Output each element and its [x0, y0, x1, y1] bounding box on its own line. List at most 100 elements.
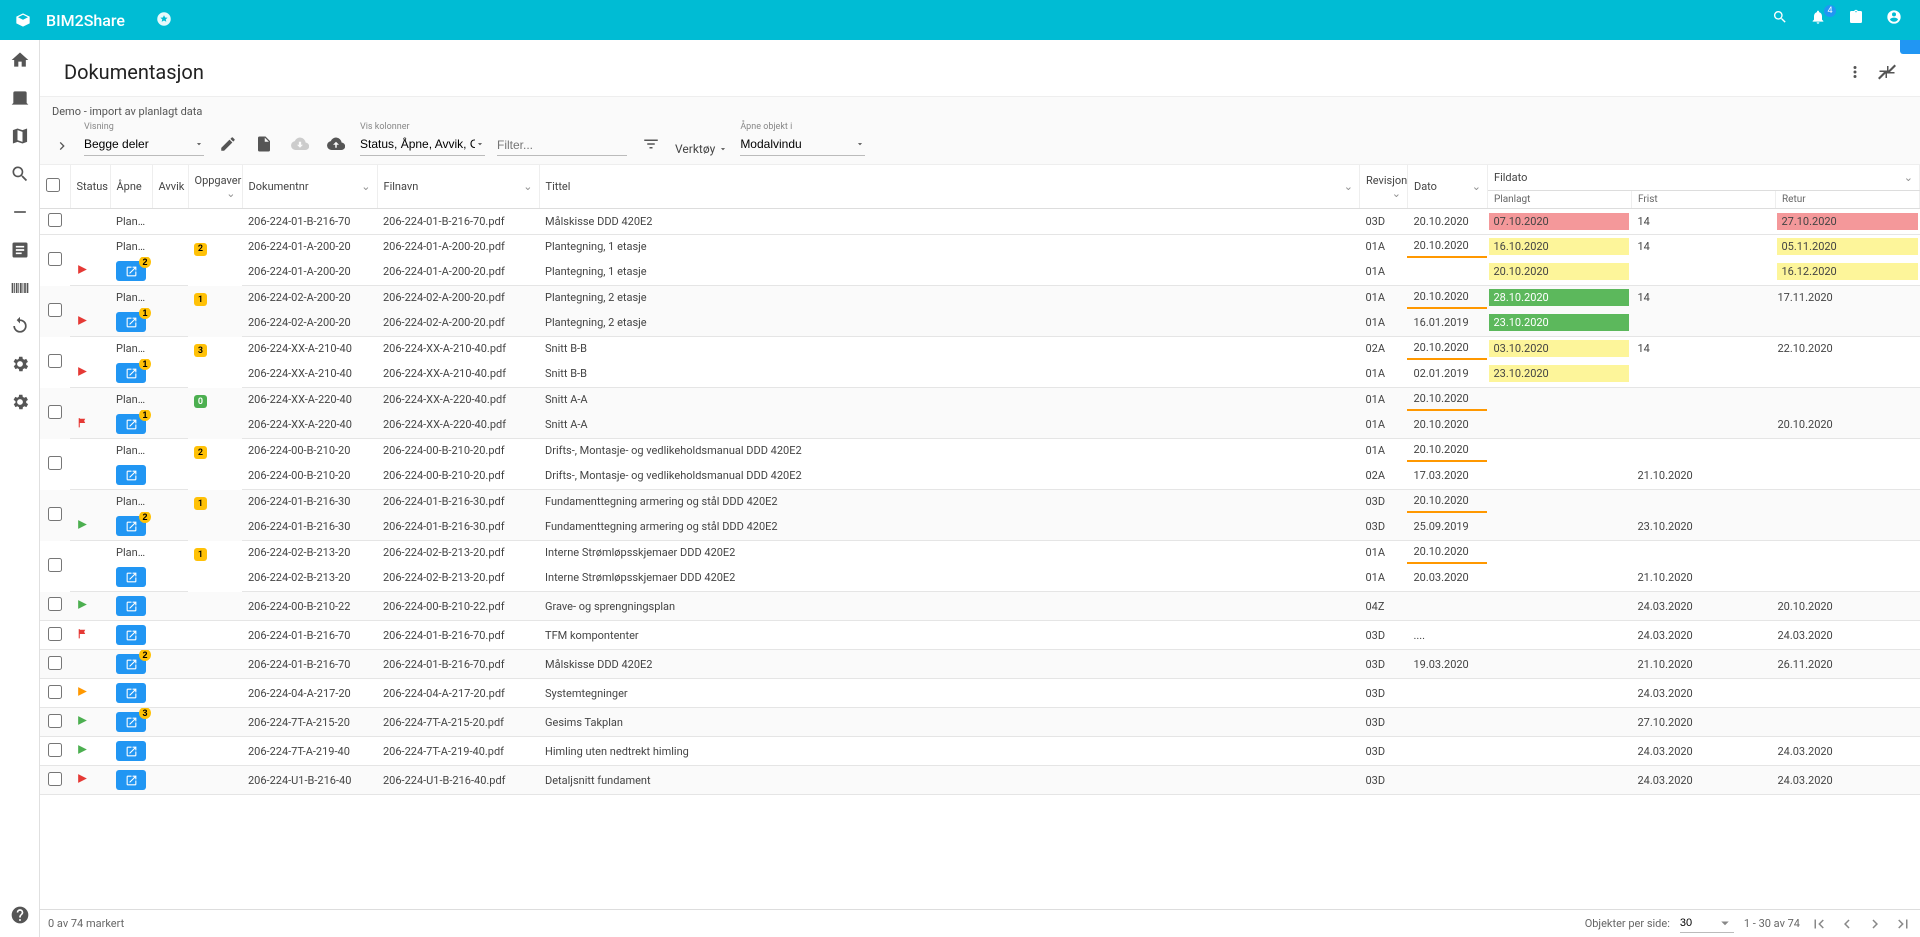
row-checkbox[interactable] — [48, 656, 62, 670]
table-row[interactable]: 206-224-00-B-210-20206-224-00-B-210-20.p… — [40, 461, 1920, 490]
row-checkbox[interactable] — [48, 507, 62, 521]
th-fildato[interactable]: Fildato⌄ — [1487, 165, 1919, 191]
nav-home-icon[interactable] — [10, 50, 30, 70]
open-button[interactable] — [116, 625, 146, 645]
nav-gear1-icon[interactable] — [10, 354, 30, 374]
th-avvik[interactable]: Avvik — [152, 165, 188, 209]
row-checkbox[interactable] — [48, 213, 62, 227]
row-checkbox[interactable] — [48, 627, 62, 641]
table-row[interactable]: Planlagt1206-224-02-B-213-20206-224-02-B… — [40, 541, 1920, 564]
th-dato[interactable]: Dato⌄ — [1407, 165, 1487, 209]
row-checkbox[interactable] — [48, 456, 62, 470]
table-row[interactable]: 1206-224-XX-A-210-40206-224-XX-A-210-40.… — [40, 359, 1920, 388]
row-checkbox[interactable] — [48, 743, 62, 757]
last-page-icon[interactable] — [1894, 915, 1912, 933]
table-row[interactable]: Planlagt1206-224-02-A-200-20206-224-02-A… — [40, 286, 1920, 309]
th-oppgaver[interactable]: Oppgaver⌄ — [188, 165, 242, 209]
table-row[interactable]: Planlagt2206-224-00-B-210-20206-224-00-B… — [40, 439, 1920, 462]
table-row[interactable]: Planlagt1206-224-01-B-216-30206-224-01-B… — [40, 490, 1920, 513]
next-page-icon[interactable] — [1866, 915, 1884, 933]
table-row[interactable]: 206-224-04-A-217-20206-224-04-A-217-20.p… — [40, 679, 1920, 708]
table-row[interactable]: Planlagt3206-224-XX-A-210-40206-224-XX-A… — [40, 337, 1920, 360]
open-button[interactable] — [116, 770, 146, 790]
clipboard-icon[interactable] — [1848, 9, 1870, 31]
table-row[interactable]: 2206-224-01-A-200-20206-224-01-A-200-20.… — [40, 257, 1920, 286]
table-row[interactable]: 206-224-01-B-216-70206-224-01-B-216-70.p… — [40, 621, 1920, 650]
th-filnavn[interactable]: Filnavn⌄ — [377, 165, 539, 209]
account-icon[interactable] — [1886, 9, 1908, 31]
status-cell — [70, 209, 110, 235]
nav-laptop-icon[interactable] — [10, 88, 30, 108]
prev-page-icon[interactable] — [1838, 915, 1856, 933]
table-row[interactable]: 1206-224-XX-A-220-40206-224-XX-A-220-40.… — [40, 410, 1920, 439]
more-vert-icon[interactable] — [1846, 63, 1864, 81]
table-row[interactable]: Planlagt206-224-01-B-216-70206-224-01-B-… — [40, 209, 1920, 235]
row-checkbox[interactable] — [48, 405, 62, 419]
viskol-select[interactable] — [360, 133, 475, 155]
th-frist[interactable]: Frist — [1631, 191, 1775, 209]
open-button[interactable] — [116, 465, 146, 485]
nav-article-icon[interactable] — [10, 240, 30, 260]
row-checkbox[interactable] — [48, 303, 62, 317]
edit-icon[interactable] — [216, 132, 240, 156]
row-checkbox[interactable] — [48, 252, 62, 266]
visning-select[interactable] — [84, 133, 194, 155]
open-button[interactable]: 1 — [116, 312, 146, 332]
row-checkbox[interactable] — [48, 558, 62, 572]
table-row[interactable]: 1206-224-02-A-200-20206-224-02-A-200-20.… — [40, 308, 1920, 337]
open-button[interactable]: 1 — [116, 363, 146, 383]
open-button[interactable] — [116, 741, 146, 761]
row-checkbox[interactable] — [48, 772, 62, 786]
table-row[interactable]: 206-224-7T-A-219-40206-224-7T-A-219-40.p… — [40, 737, 1920, 766]
first-page-icon[interactable] — [1810, 915, 1828, 933]
corner-badge-icon[interactable] — [1900, 40, 1920, 54]
filter-list-icon[interactable] — [639, 132, 663, 156]
open-button[interactable] — [116, 567, 146, 587]
th-revisjon[interactable]: Revisjon⌄ — [1359, 165, 1407, 209]
th-docnr[interactable]: Dokumentnr⌄ — [242, 165, 377, 209]
table-row[interactable]: 2206-224-01-B-216-70206-224-01-B-216-70.… — [40, 650, 1920, 679]
table-row[interactable]: Planlagt2206-224-01-A-200-20206-224-01-A… — [40, 235, 1920, 258]
open-button[interactable] — [116, 683, 146, 703]
table-row[interactable]: Planlagt0206-224-XX-A-220-40206-224-XX-A… — [40, 388, 1920, 411]
nav-search-icon[interactable] — [10, 164, 30, 184]
th-retur[interactable]: Retur — [1775, 191, 1919, 209]
nav-minus-icon[interactable] — [10, 202, 30, 222]
open-button[interactable]: 1 — [116, 414, 146, 434]
nav-map-icon[interactable] — [10, 126, 30, 146]
collapse-icon[interactable] — [1878, 63, 1896, 81]
expand-toolbar-icon[interactable] — [52, 136, 72, 156]
cloud-upload-icon[interactable] — [324, 132, 348, 156]
apne-select[interactable] — [740, 133, 855, 155]
row-checkbox[interactable] — [48, 714, 62, 728]
row-checkbox[interactable] — [48, 685, 62, 699]
th-apne[interactable]: Åpne — [110, 165, 152, 209]
notification-bell-icon[interactable]: 4 — [1810, 9, 1832, 31]
open-button[interactable] — [116, 596, 146, 616]
row-checkbox[interactable] — [48, 354, 62, 368]
nav-gear2-icon[interactable] — [10, 392, 30, 412]
row-checkbox[interactable] — [48, 597, 62, 611]
open-button[interactable]: 2 — [116, 516, 146, 536]
verktoy-dropdown[interactable]: Verktøy — [675, 142, 728, 156]
star-icon[interactable] — [155, 10, 173, 31]
open-button[interactable]: 2 — [116, 261, 146, 281]
table-row[interactable]: 2206-224-01-B-216-30206-224-01-B-216-30.… — [40, 512, 1920, 541]
table-row[interactable]: 206-224-00-B-210-22206-224-00-B-210-22.p… — [40, 592, 1920, 621]
perpage-select[interactable] — [1680, 917, 1716, 929]
th-planlagt[interactable]: Planlagt — [1487, 191, 1631, 209]
table-row[interactable]: 206-224-U1-B-216-40206-224-U1-B-216-40.p… — [40, 766, 1920, 795]
open-button[interactable]: 3 — [116, 712, 146, 732]
select-all-checkbox[interactable] — [46, 178, 60, 192]
table-row[interactable]: 3206-224-7T-A-215-20206-224-7T-A-215-20.… — [40, 708, 1920, 737]
table-row[interactable]: 206-224-02-B-213-20206-224-02-B-213-20.p… — [40, 563, 1920, 592]
nav-sync-icon[interactable] — [10, 316, 30, 336]
nav-barcode-icon[interactable] — [10, 278, 30, 298]
th-status[interactable]: Status — [70, 165, 110, 209]
nav-help-icon[interactable] — [10, 905, 30, 925]
search-icon[interactable] — [1772, 9, 1794, 31]
filter-input[interactable] — [497, 134, 627, 156]
th-tittel[interactable]: Tittel⌄ — [539, 165, 1359, 209]
file-icon[interactable] — [252, 132, 276, 156]
open-button[interactable]: 2 — [116, 654, 146, 674]
